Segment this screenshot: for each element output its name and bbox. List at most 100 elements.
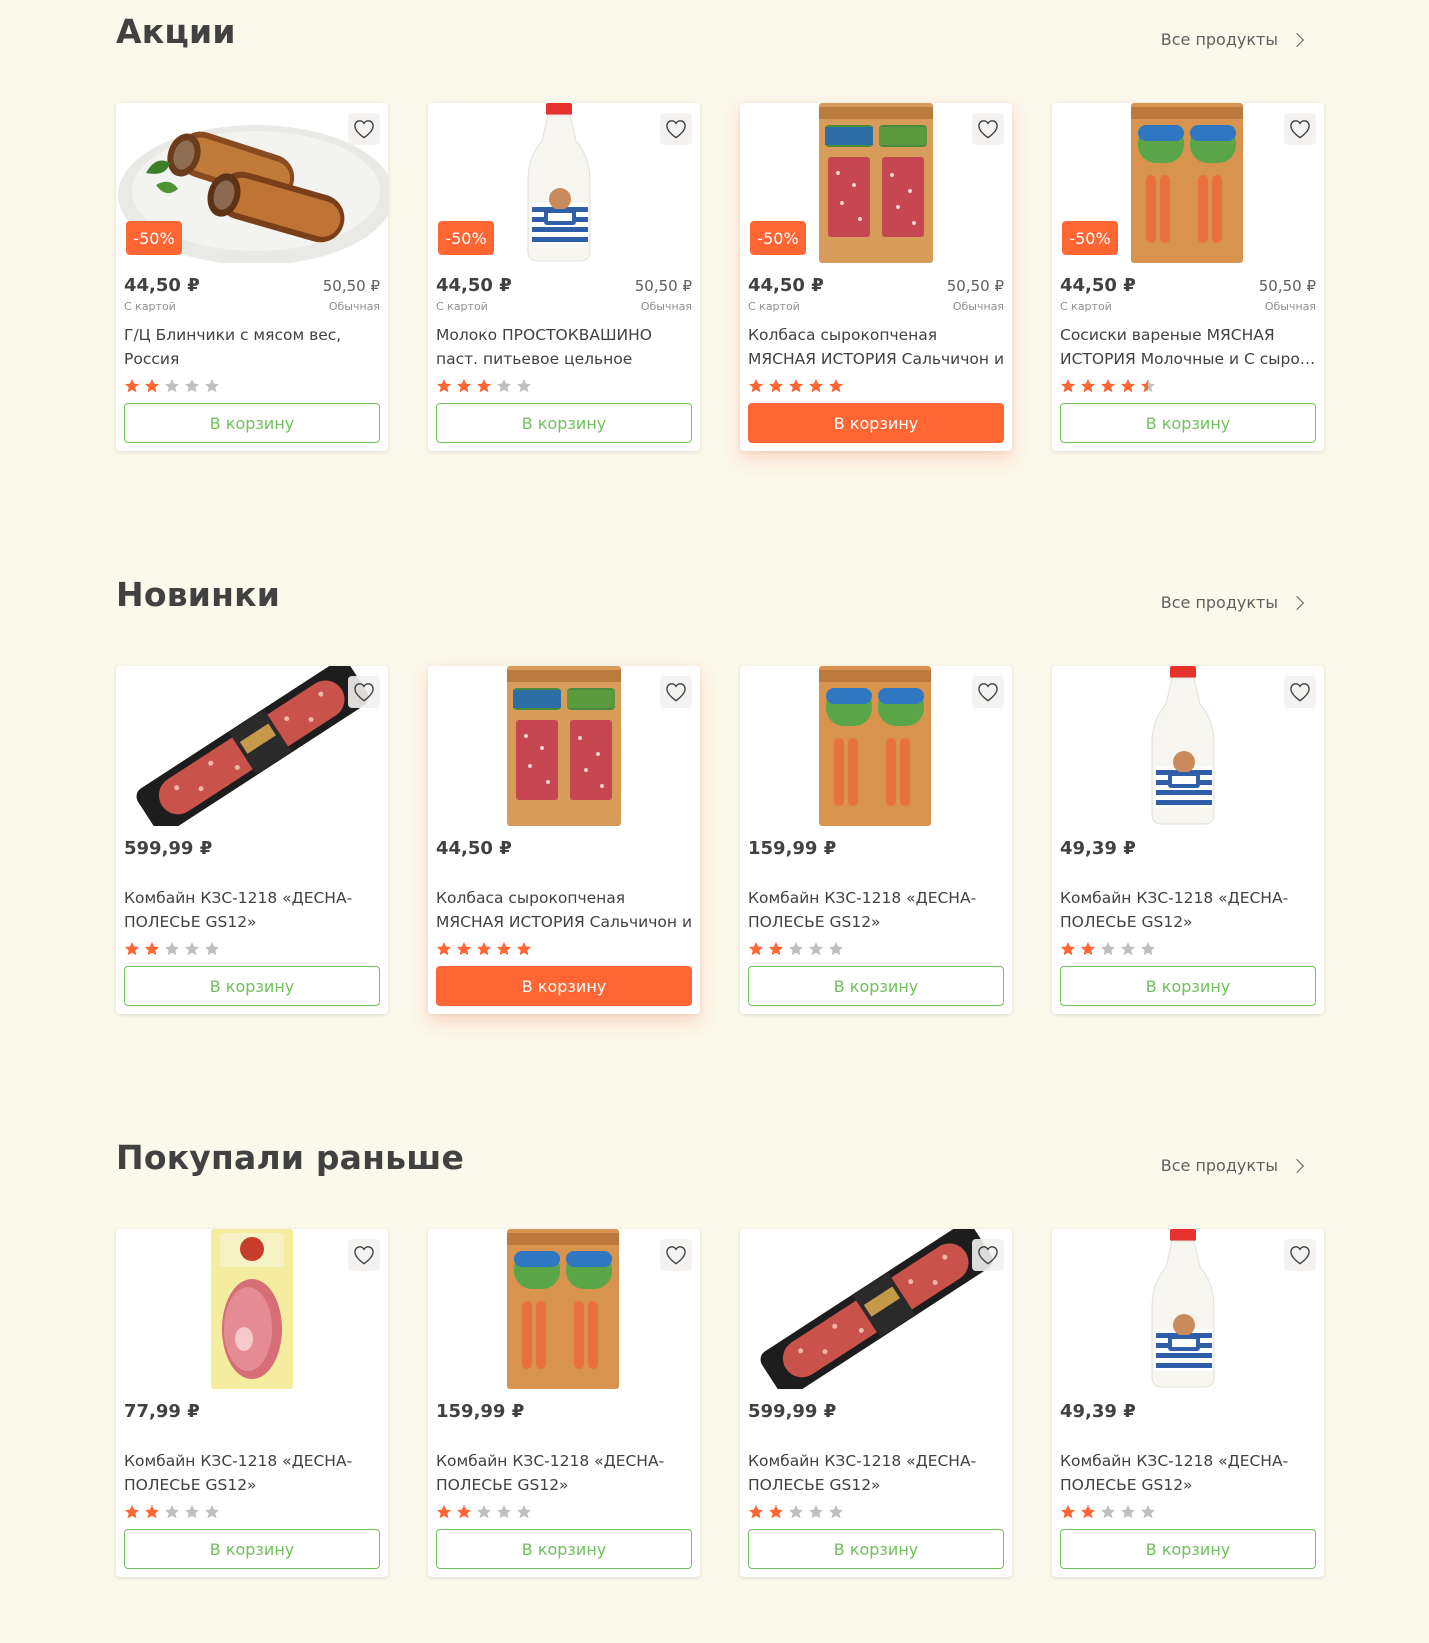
star-icon (125, 942, 139, 956)
star-icon (829, 942, 843, 956)
all-products-link[interactable]: Все продукты (1161, 30, 1306, 49)
star-icon (165, 379, 179, 393)
product-name[interactable]: Комбайн КЗС-1218 «ДЕСНА-ПОЛЕСЬЕ GS12» (748, 1449, 1004, 1497)
product-card[interactable]: 599,99 ₽ Комбайн КЗС-1218 «ДЕСНА-ПОЛЕСЬЕ … (116, 666, 388, 1014)
section-header: Покупали раньше Все продукты (116, 1126, 1326, 1186)
star-icon (1061, 1505, 1075, 1519)
add-to-cart-button[interactable]: В корзину (436, 403, 692, 443)
discount-badge: -50% (438, 221, 494, 255)
star-icon (205, 379, 219, 393)
card-price: 77,99 ₽ (124, 1401, 200, 1422)
star-icon (1141, 379, 1155, 393)
price-labels: С картой Обычная (124, 300, 380, 314)
product-card[interactable]: 49,39 ₽ Комбайн КЗС-1218 «ДЕСНА-ПОЛЕСЬЕ G… (1052, 1229, 1324, 1577)
product-name[interactable]: Молоко ПРОСТОКВАШИНО паст. питьевое цель… (436, 323, 692, 371)
star-icon (185, 942, 199, 956)
add-to-cart-button[interactable]: В корзину (748, 966, 1004, 1006)
product-name[interactable]: Комбайн КЗС-1218 «ДЕСНА-ПОЛЕСЬЕ GS12» (1060, 1449, 1316, 1497)
card-price: 49,39 ₽ (1060, 1401, 1136, 1422)
card-price: 44,50 ₽ (436, 275, 512, 296)
product-card[interactable]: -50% 44,50 ₽ 50,50 ₽ С картой Обычная Г/Ц Бли… (116, 103, 388, 451)
product-name[interactable]: Комбайн КЗС-1218 «ДЕСНА-ПОЛЕСЬЕ GS12» (1060, 886, 1316, 934)
star-icon (789, 942, 803, 956)
chevron-right-icon (1289, 32, 1305, 47)
rating-stars (1060, 941, 1156, 957)
all-products-link[interactable]: Все продукты (1161, 593, 1306, 612)
product-card[interactable]: 159,99 ₽ Комбайн КЗС-1218 «ДЕСНА-ПОЛЕСЬЕ … (740, 666, 1012, 1014)
card-price: 159,99 ₽ (748, 838, 837, 859)
star-icon (1081, 1505, 1095, 1519)
favorite-heart-icon[interactable] (1284, 1239, 1316, 1271)
add-to-cart-button[interactable]: В корзину (1060, 1529, 1316, 1569)
star-icon (437, 379, 451, 393)
star-icon (517, 1505, 531, 1519)
add-to-cart-button[interactable]: В корзину (124, 403, 380, 443)
favorite-heart-icon[interactable] (660, 1239, 692, 1271)
card-price: 159,99 ₽ (436, 1401, 525, 1422)
favorite-heart-icon[interactable] (972, 1239, 1004, 1271)
star-icon (789, 1505, 803, 1519)
star-icon (497, 379, 511, 393)
regular-price: 50,50 ₽ (322, 277, 380, 295)
star-icon (477, 1505, 491, 1519)
star-icon (1121, 1505, 1135, 1519)
star-icon (769, 379, 783, 393)
discount-badge: -50% (750, 221, 806, 255)
star-icon (809, 1505, 823, 1519)
product-name[interactable]: Колбаса сырокопченая МЯСНАЯ ИСТОРИЯ Саль… (436, 886, 692, 934)
product-name[interactable]: Комбайн КЗС-1218 «ДЕСНА-ПОЛЕСЬЕ GS12» (436, 1449, 692, 1497)
price-labels: С картой Обычная (1060, 300, 1316, 314)
add-to-cart-button[interactable]: В корзину (748, 403, 1004, 443)
price-row: 49,39 ₽ (1060, 838, 1316, 860)
star-icon (145, 942, 159, 956)
all-products-link[interactable]: Все продукты (1161, 1156, 1306, 1175)
section-title: Новинки (116, 575, 281, 614)
section-header: Новинки Все продукты (116, 563, 1326, 623)
add-to-cart-button[interactable]: В корзину (124, 1529, 380, 1569)
product-name[interactable]: Г/Ц Блинчики с мясом вес, Россия (124, 323, 380, 371)
favorite-heart-icon[interactable] (348, 113, 380, 145)
price-row: 44,50 ₽ (436, 838, 692, 860)
regular-price: 50,50 ₽ (1258, 277, 1316, 295)
product-card[interactable]: 599,99 ₽ Комбайн КЗС-1218 «ДЕСНА-ПОЛЕСЬЕ … (740, 1229, 1012, 1577)
add-to-cart-button[interactable]: В корзину (748, 1529, 1004, 1569)
add-to-cart-button[interactable]: В корзину (1060, 966, 1316, 1006)
regular-price-label: Обычная (1264, 300, 1316, 313)
product-name[interactable]: Сосиски вареные МЯСНАЯ ИСТОРИЯ Молочные … (1060, 323, 1316, 371)
favorite-heart-icon[interactable] (660, 113, 692, 145)
favorite-heart-icon[interactable] (348, 1239, 380, 1271)
add-to-cart-button[interactable]: В корзину (436, 966, 692, 1006)
card-price: 49,39 ₽ (1060, 838, 1136, 859)
star-icon (185, 379, 199, 393)
regular-price-label: Обычная (952, 300, 1004, 313)
product-card[interactable]: 159,99 ₽ Комбайн КЗС-1218 «ДЕСНА-ПОЛЕСЬЕ … (428, 1229, 700, 1577)
favorite-heart-icon[interactable] (972, 676, 1004, 708)
product-name[interactable]: Комбайн КЗС-1218 «ДЕСНА-ПОЛЕСЬЕ GS12» (748, 886, 1004, 934)
star-icon (437, 942, 451, 956)
product-card[interactable]: 49,39 ₽ Комбайн КЗС-1218 «ДЕСНА-ПОЛЕСЬЕ G… (1052, 666, 1324, 1014)
star-icon (1081, 379, 1095, 393)
favorite-heart-icon[interactable] (972, 113, 1004, 145)
add-to-cart-button[interactable]: В корзину (1060, 403, 1316, 443)
favorite-heart-icon[interactable] (1284, 676, 1316, 708)
product-name[interactable]: Колбаса сырокопченая МЯСНАЯ ИСТОРИЯ Саль… (748, 323, 1004, 371)
product-card[interactable]: -50% 44,50 ₽ 50,50 ₽ С картой Обычная Молоко … (428, 103, 700, 451)
product-card[interactable]: -50% 44,50 ₽ 50,50 ₽ С картой Обычная Сосиски… (1052, 103, 1324, 451)
product-name[interactable]: Комбайн КЗС-1218 «ДЕСНА-ПОЛЕСЬЕ GS12» (124, 1449, 380, 1497)
add-to-cart-button[interactable]: В корзину (436, 1529, 692, 1569)
star-icon (829, 379, 843, 393)
favorite-heart-icon[interactable] (1284, 113, 1316, 145)
product-card[interactable]: -50% 44,50 ₽ 50,50 ₽ С картой Обычная Колбаса… (740, 103, 1012, 451)
favorite-heart-icon[interactable] (660, 676, 692, 708)
rating-stars (436, 378, 532, 394)
product-list: 599,99 ₽ Комбайн КЗС-1218 «ДЕСНА-ПОЛЕСЬЕ … (116, 666, 1326, 1017)
product-card[interactable]: 44,50 ₽ Колбаса сырокопченая МЯСНАЯ ИСТОР… (428, 666, 700, 1014)
product-name[interactable]: Комбайн КЗС-1218 «ДЕСНА-ПОЛЕСЬЕ GS12» (124, 886, 380, 934)
favorite-heart-icon[interactable] (348, 676, 380, 708)
price-row: 44,50 ₽ 50,50 ₽ (748, 275, 1004, 297)
star-icon (457, 942, 471, 956)
product-card[interactable]: 77,99 ₽ Комбайн КЗС-1218 «ДЕСНА-ПОЛЕСЬЕ G… (116, 1229, 388, 1577)
price-row: 44,50 ₽ 50,50 ₽ (436, 275, 692, 297)
section-bought-before: Покупали раньше Все продукты 77,99 ₽ Комба… (116, 1126, 1326, 1596)
add-to-cart-button[interactable]: В корзину (124, 966, 380, 1006)
